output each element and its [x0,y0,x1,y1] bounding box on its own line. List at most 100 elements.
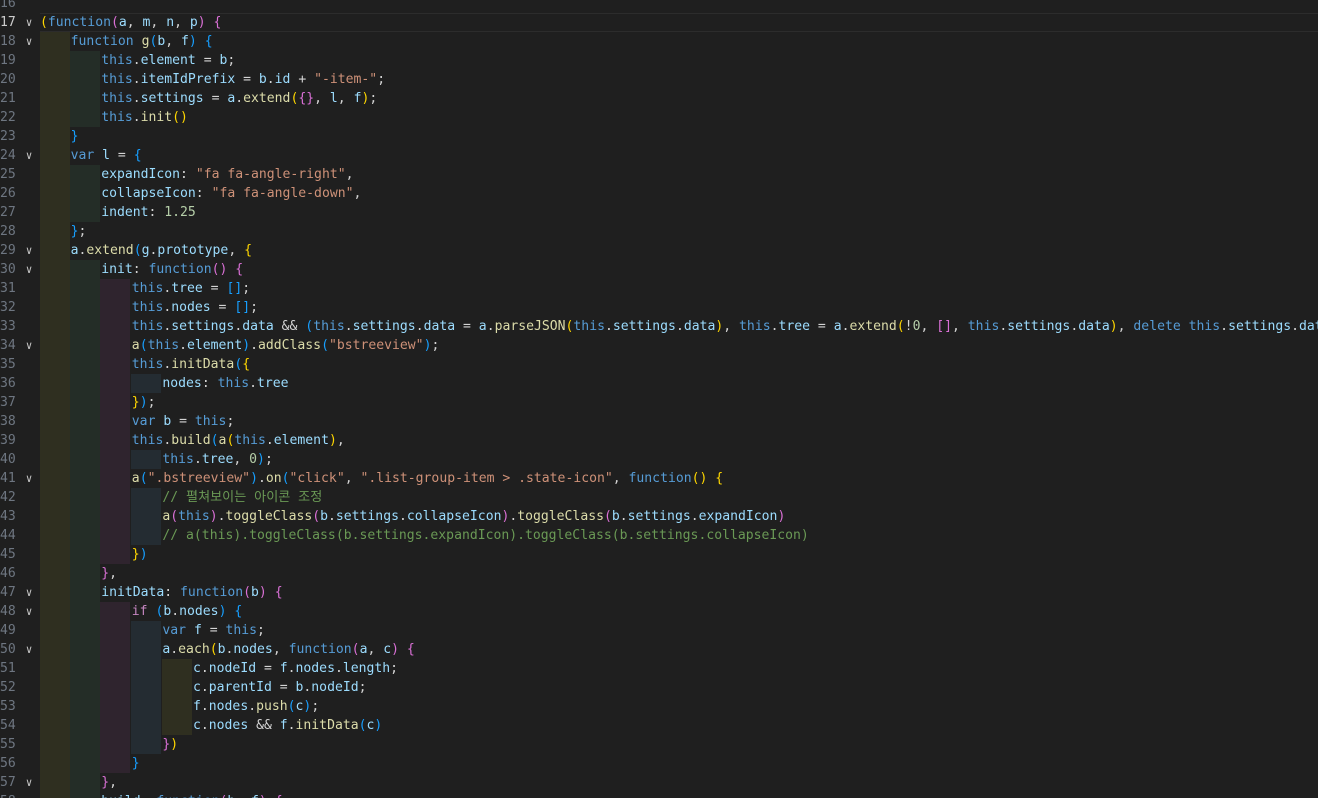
code-line[interactable]: 42 // 펼쳐보이는 아이콘 조정 [0,488,1318,507]
code-line[interactable]: 37}); [0,393,1318,412]
code-line[interactable]: 44 // a(this).toggleClass(b.settings.expa… [0,526,1318,545]
code-token: ) [170,737,179,752]
indent-guide [40,127,70,146]
code-line[interactable]: 17 ∨ (function(a, m, n, p) { [0,13,1318,32]
code-token: , [723,319,740,334]
code-line[interactable]: 25 expandIcon: "fa fa-angle-right", [0,165,1318,184]
code-line[interactable]: 16 [0,0,1318,13]
code-line[interactable]: 20 this.itemIdPrefix = b.id + "-item-"; [0,70,1318,89]
code-line[interactable]: 18 ∨ function g(b, f) { [0,32,1318,51]
code-line[interactable]: 27 indent: 1.25 [0,203,1318,222]
indent-guide [70,602,100,621]
chevron-down-icon[interactable]: ∨ [22,583,36,602]
code-token: ) [209,509,218,524]
chevron-down-icon[interactable]: ∨ [22,336,36,355]
code-token: nodes [162,376,202,391]
code-line[interactable]: 35 this.initData({ [0,355,1318,374]
code-token: ) [197,15,206,30]
indent-guide [40,317,70,336]
code-line[interactable]: 38 var b = this; [0,412,1318,431]
code-token: tree [257,376,289,391]
code-line[interactable]: 45}) [0,545,1318,564]
chevron-down-icon[interactable]: ∨ [22,146,36,165]
code-line[interactable]: 58 build: function(b, f) { [0,792,1318,798]
code-token: nodeId [208,661,257,676]
code-line[interactable]: 51 c.nodeId = f.nodes.length; [0,659,1318,678]
chevron-down-icon[interactable]: ∨ [22,773,36,792]
code-token: settings [612,319,676,334]
chevron-down-icon[interactable]: ∨ [22,602,36,621]
chevron-down-icon[interactable]: ∨ [22,469,36,488]
code-token: { [274,585,283,600]
chevron-down-icon[interactable]: ∨ [22,241,36,260]
code-line[interactable]: 34 ∨ a(this.element).addClass("bstreeview"… [0,336,1318,355]
code-text: this.build(a(this.element), [132,431,345,450]
code-line[interactable]: 57 ∨}, [0,773,1318,792]
code-line[interactable]: 39 this.build(a(this.element), [0,431,1318,450]
code-text: this.settings.data && (this.settings.dat… [132,317,1318,336]
code-token: this [131,357,164,372]
code-token: } [101,566,110,581]
line-number: 26 [0,186,16,201]
code-line[interactable]: 55}) [0,735,1318,754]
code-token: . [249,376,258,391]
line-number: 40 [0,452,16,467]
code-token: ( [243,585,252,600]
code-token: ) [777,509,786,524]
code-line[interactable]: 46}, [0,564,1318,583]
code-token: this [101,91,133,106]
code-line[interactable]: 23} [0,127,1318,146]
code-token: ) [259,794,267,798]
code-line[interactable]: 32 this.nodes = []; [0,298,1318,317]
code-line[interactable]: 41 ∨ a(".bstreeview").on("click", ".list-g… [0,469,1318,488]
code-text: a.each(b.nodes, function(a, c) { [162,640,414,659]
code-token: . [200,718,209,733]
code-token: . [690,509,699,524]
code-line[interactable]: 21 this.settings = a.extend({}, l, f); [0,89,1318,108]
indent-guide [40,583,70,602]
code-line[interactable]: 48 ∨ if (b.nodes) { [0,602,1318,621]
chevron-down-icon[interactable]: ∨ [22,13,36,32]
indent-guide [100,602,130,621]
code-line[interactable]: 56} [0,754,1318,773]
code-line[interactable]: 30 ∨ init: function() { [0,260,1318,279]
code-token: ) [391,642,400,657]
code-line[interactable]: 26 collapseIcon: "fa fa-angle-down", [0,184,1318,203]
line-number: 39 [0,433,16,448]
code-token: = [271,680,296,695]
code-token: { [213,15,222,30]
code-line[interactable]: 36 nodes: this.tree [0,374,1318,393]
code-line[interactable]: 49 var f = this; [0,621,1318,640]
code-line[interactable]: 19 this.element = b; [0,51,1318,70]
code-line[interactable]: 33 this.settings.data && (this.settings.d… [0,317,1318,336]
code-line[interactable]: 47 ∨ initData: function(b) { [0,583,1318,602]
indent-guide [40,545,70,564]
code-line[interactable]: 54 c.nodes && f.initData(c) [0,716,1318,735]
indent-guide [70,564,100,583]
chevron-down-icon[interactable]: ∨ [22,260,36,279]
code-line[interactable]: 24 ∨ var l = { [0,146,1318,165]
indent-guide [100,412,130,431]
chevron-down-icon[interactable]: ∨ [22,640,36,659]
indent-guide [100,431,130,450]
code-token: . [328,509,336,524]
indent-guide [70,716,100,735]
code-token: b [258,72,267,87]
code-line[interactable]: 22 this.init() [0,108,1318,127]
code-line[interactable]: 31 this.tree = []; [0,279,1318,298]
code-token: , [1117,319,1134,334]
code-text: build: function(b, f) { [101,792,282,798]
indent-guide [100,469,130,488]
code-line[interactable]: 50 ∨ a.each(b.nodes, function(a, c) { [0,640,1318,659]
code-line[interactable]: 28}; [0,222,1318,241]
code-editor[interactable]: 16 17 ∨ (function(a, m, n, p) {18 ∨ function … [0,0,1318,798]
chevron-down-icon[interactable]: ∨ [22,32,36,51]
code-line[interactable]: 52 c.parentId = b.nodeId; [0,678,1318,697]
code-token: . [170,642,179,657]
code-line[interactable]: 43 a(this).toggleClass(b.settings.collaps… [0,507,1318,526]
code-line[interactable]: 29 ∨ a.extend(g.prototype, { [0,241,1318,260]
code-line[interactable]: 53 f.nodes.push(c); [0,697,1318,716]
code-token: this [313,319,345,334]
code-line[interactable]: 40 this.tree, 0); [0,450,1318,469]
